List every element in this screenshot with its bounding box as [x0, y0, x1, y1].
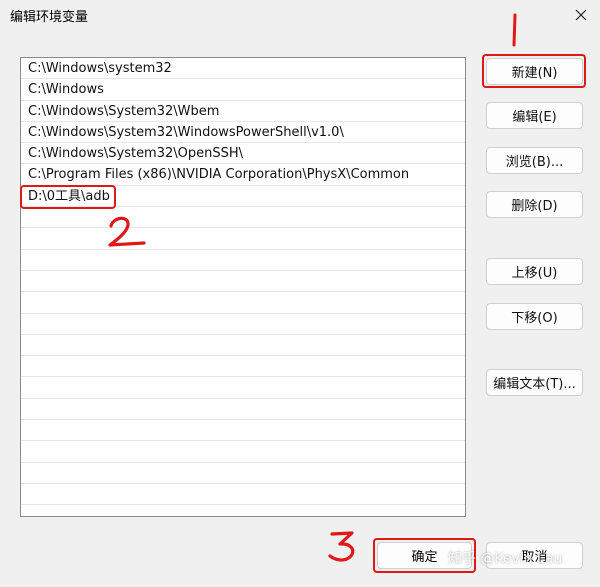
- delete-button[interactable]: 删除(D): [486, 191, 583, 218]
- edit-env-variable-dialog: 编辑环境变量 C:\Windows\system32 C:\Windows C:…: [0, 0, 600, 587]
- empty-row[interactable]: [21, 399, 465, 421]
- edit-text-button[interactable]: 编辑文本(T)...: [486, 369, 583, 396]
- step-3-mark: [328, 531, 355, 562]
- close-icon: [575, 9, 587, 21]
- path-list-item[interactable]: C:\Windows: [21, 79, 465, 101]
- empty-row[interactable]: [21, 356, 465, 378]
- path-list-item[interactable]: C:\Windows\system32: [21, 58, 465, 80]
- empty-row[interactable]: [21, 292, 465, 314]
- close-button[interactable]: [568, 2, 594, 28]
- dialog-title: 编辑环境变量: [10, 10, 89, 25]
- empty-row[interactable]: [21, 207, 465, 229]
- path-list[interactable]: C:\Windows\system32 C:\Windows C:\Window…: [20, 57, 466, 517]
- empty-row[interactable]: [21, 335, 465, 357]
- new-button[interactable]: 新建(N): [486, 58, 583, 85]
- browse-button[interactable]: 浏览(B)...: [486, 147, 583, 174]
- edit-button[interactable]: 编辑(E): [486, 102, 583, 129]
- path-list-item-new[interactable]: D:\0工具\adb: [21, 186, 465, 208]
- path-list-item[interactable]: C:\Program Files (x86)\NVIDIA Corporatio…: [21, 164, 465, 186]
- empty-row[interactable]: [21, 463, 465, 484]
- step-1-mark: [512, 13, 517, 47]
- empty-row[interactable]: [21, 377, 465, 399]
- path-list-item[interactable]: C:\Windows\System32\OpenSSH\: [21, 143, 465, 165]
- empty-row[interactable]: [21, 228, 465, 250]
- empty-row[interactable]: [21, 314, 465, 335]
- empty-row[interactable]: [21, 420, 465, 442]
- path-list-item[interactable]: C:\Windows\System32\WindowsPowerShell\v1…: [21, 122, 465, 144]
- move-down-button[interactable]: 下移(O): [486, 303, 583, 330]
- empty-row[interactable]: [21, 441, 465, 463]
- empty-row[interactable]: [21, 250, 465, 271]
- empty-row[interactable]: [21, 271, 465, 293]
- move-up-button[interactable]: 上移(U): [486, 258, 583, 285]
- path-list-item[interactable]: C:\Windows\System32\Wbem: [21, 101, 465, 122]
- empty-row[interactable]: [21, 484, 465, 506]
- watermark: 知乎 @Kevin Lau: [448, 551, 563, 567]
